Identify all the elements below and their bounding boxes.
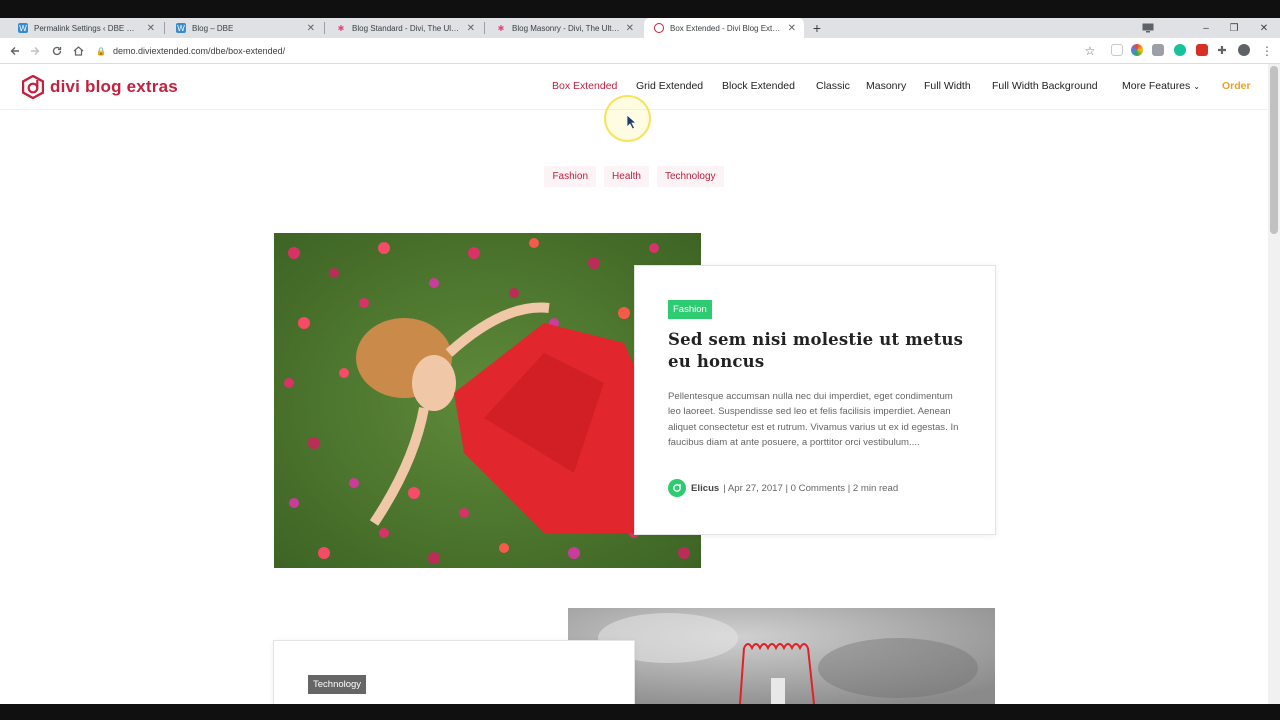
tab-separator <box>324 22 325 34</box>
nav-masonry[interactable]: Masonry <box>866 80 906 92</box>
restore-button[interactable]: ❐ <box>1220 18 1248 38</box>
url-field[interactable]: 🔒 demo.diviextended.com/dbe/box-extended… <box>96 41 1106 61</box>
back-arrow-icon[interactable] <box>6 42 24 60</box>
nav-block-extended[interactable]: Block Extended <box>722 80 795 92</box>
filter-health[interactable]: Health <box>604 166 649 187</box>
nav-classic[interactable]: Classic <box>816 80 850 92</box>
browser-menu-icon[interactable]: ⋮ <box>1258 42 1276 60</box>
post-card: Technology <box>273 640 635 710</box>
close-tab-icon[interactable]: ✕ <box>788 23 796 34</box>
scrollbar-thumb[interactable] <box>1270 66 1278 234</box>
new-tab-button[interactable]: + <box>810 18 824 38</box>
nav-full-width-background[interactable]: Full Width Background <box>992 80 1098 92</box>
wordpress-icon: W <box>176 23 186 33</box>
forward-arrow-icon[interactable] <box>26 42 44 60</box>
close-window-button[interactable]: ✕ <box>1250 18 1278 38</box>
post-category-badge[interactable]: Fashion <box>668 300 712 319</box>
divi-pink-icon: ✱ <box>497 23 505 33</box>
post-title[interactable]: Sed sem nisi molestie ut metus eu honcus <box>668 329 968 373</box>
close-tab-icon[interactable]: ✕ <box>147 23 155 34</box>
extensions-puzzle-icon[interactable]: ✚ <box>1216 44 1228 57</box>
divi-pink-icon: ✱ <box>337 23 345 33</box>
category-filter-bar: Fashion Health Technology <box>0 166 1268 187</box>
profile-monitor-icon[interactable] <box>1134 18 1162 38</box>
nav-more-features-label: More Features <box>1122 80 1191 92</box>
wordpress-icon: W <box>18 23 28 33</box>
tab-title: Blog – DBE <box>192 23 234 33</box>
tab-separator <box>484 22 485 34</box>
mouse-cursor-icon <box>626 114 638 130</box>
post-meta: Elicus | Apr 27, 2017 | 0 Comments | 2 m… <box>668 479 898 497</box>
nav-order[interactable]: Order <box>1222 80 1251 92</box>
home-icon[interactable] <box>69 42 87 60</box>
author-avatar-icon <box>668 479 686 497</box>
profile-avatar-icon[interactable] <box>1238 44 1250 56</box>
nav-box-extended[interactable]: Box Extended <box>552 80 617 92</box>
chevron-down-icon: ⌄ <box>1193 82 1200 91</box>
nav-full-width[interactable]: Full Width <box>924 80 971 92</box>
tab-title: Blog Masonry - Divi, The Ultimate <box>512 23 620 33</box>
tab-title: Box Extended - Divi Blog Extras <box>670 23 782 33</box>
screen-bottom-strip <box>0 704 1280 720</box>
close-tab-icon[interactable]: ✕ <box>467 23 475 34</box>
minimize-button[interactable]: – <box>1192 18 1220 38</box>
tab-title: Permalink Settings ‹ DBE — WordPress <box>34 23 141 33</box>
nav-grid-extended[interactable]: Grid Extended <box>636 80 703 92</box>
filter-fashion[interactable]: Fashion <box>544 166 597 187</box>
tab-title: Blog Standard - Divi, The Ultimate <box>352 23 461 33</box>
extension-reader-icon[interactable] <box>1111 44 1123 56</box>
close-tab-icon[interactable]: ✕ <box>626 23 634 34</box>
dbe-icon <box>654 23 664 33</box>
post-meta-details: | Apr 27, 2017 | 0 Comments | 2 min read <box>723 482 899 494</box>
extension-grammarly-icon[interactable] <box>1174 44 1186 56</box>
filter-technology[interactable]: Technology <box>656 166 724 187</box>
logo-text: divi blog extras <box>50 77 178 96</box>
browser-tab[interactable]: ✱ Blog Standard - Divi, The Ultimate ✕ <box>326 18 483 38</box>
browser-tab[interactable]: W Blog – DBE ✕ <box>166 18 323 38</box>
close-tab-icon[interactable]: ✕ <box>307 23 315 34</box>
post-category-badge[interactable]: Technology <box>308 675 367 694</box>
browser-tab[interactable]: W Permalink Settings ‹ DBE — WordPress ✕ <box>8 18 163 38</box>
extension-red-icon[interactable] <box>1196 44 1208 56</box>
address-bar: 🔒 demo.diviextended.com/dbe/box-extended… <box>0 38 1280 64</box>
lock-icon: 🔒 <box>96 46 106 56</box>
page-scrollbar[interactable] <box>1268 64 1280 704</box>
post-author-link[interactable]: Elicus <box>691 483 719 494</box>
post-card: Fashion Sed sem nisi molestie ut metus e… <box>634 265 996 535</box>
tab-separator <box>164 22 165 34</box>
post-excerpt: Pellentesque accumsan nulla nec dui impe… <box>668 391 959 448</box>
divi-blog-extras-logo-icon <box>22 75 44 99</box>
screen-top-strip <box>0 0 1280 18</box>
reload-icon[interactable] <box>48 42 66 60</box>
nav-more-features[interactable]: More Features ⌄ <box>1122 80 1200 92</box>
browser-tab-active[interactable]: Box Extended - Divi Blog Extras ✕ <box>644 18 804 38</box>
browser-tab[interactable]: ✱ Blog Masonry - Divi, The Ultimate ✕ <box>486 18 642 38</box>
url-text: demo.diviextended.com/dbe/box-extended/ <box>113 46 286 56</box>
browser-tab-bar: W Permalink Settings ‹ DBE — WordPress ✕… <box>0 18 1280 38</box>
extension-color-icon[interactable] <box>1131 44 1143 56</box>
extension-camera-icon[interactable] <box>1152 44 1164 56</box>
site-logo[interactable]: divi blog extras <box>22 75 178 99</box>
bookmark-star-icon[interactable]: ☆ <box>1081 42 1099 60</box>
